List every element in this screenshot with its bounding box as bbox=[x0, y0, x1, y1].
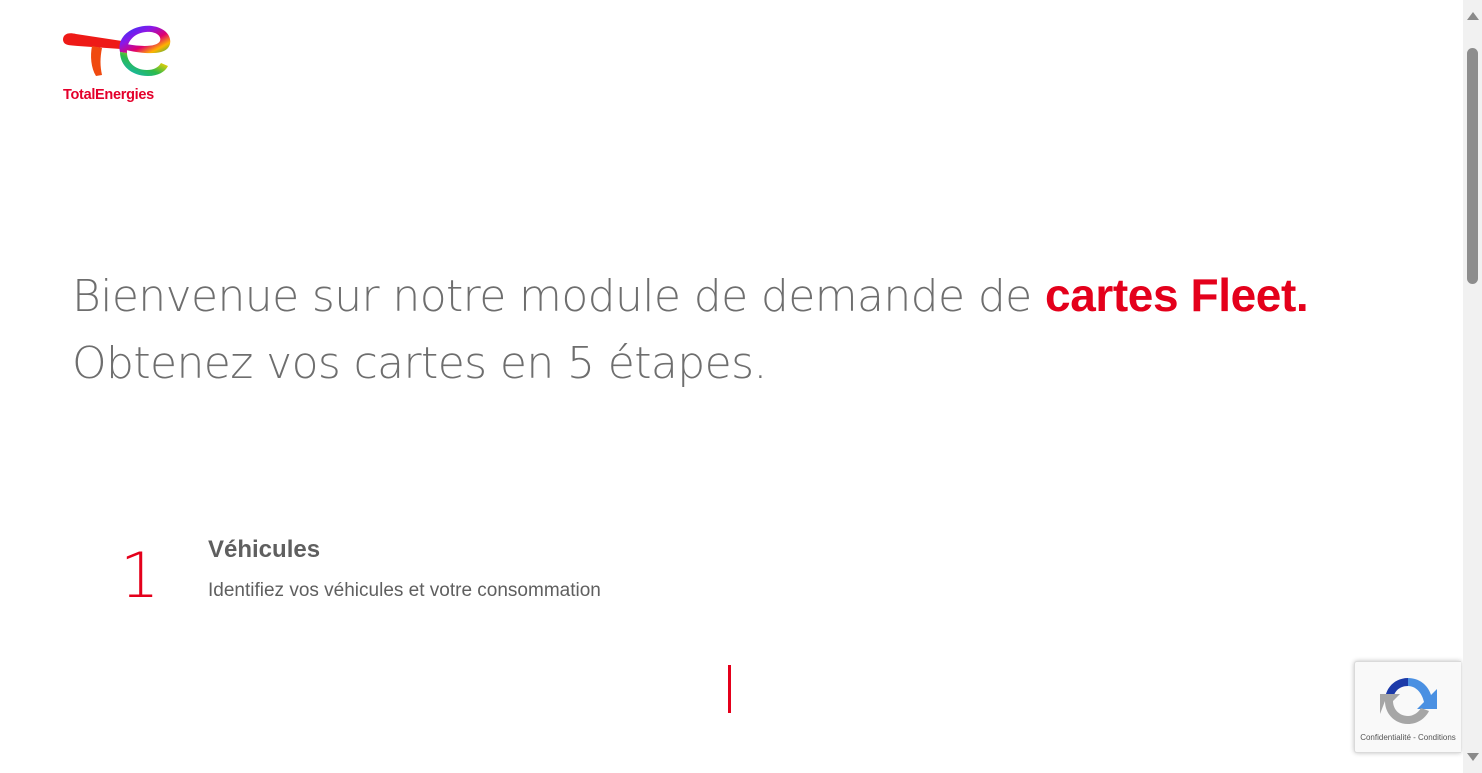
scroll-up-arrow-icon[interactable] bbox=[1467, 12, 1479, 20]
vertical-scrollbar[interactable] bbox=[1463, 0, 1482, 773]
recaptcha-badge[interactable]: Confidentialité - Conditions bbox=[1354, 661, 1461, 753]
step-connector-line bbox=[728, 665, 731, 713]
recaptcha-icon bbox=[1380, 678, 1437, 724]
page-headline: Bienvenue sur notre module de demande de… bbox=[72, 262, 1412, 397]
totalenergies-logo[interactable]: TotalEnergies bbox=[60, 22, 176, 108]
scrollbar-thumb[interactable] bbox=[1467, 48, 1478, 284]
recaptcha-privacy-link[interactable]: Confidentialité bbox=[1360, 733, 1411, 742]
recaptcha-terms-link[interactable]: Conditions bbox=[1418, 733, 1456, 742]
step-vehicules: 1 Véhicules Identifiez vos véhicules et … bbox=[120, 530, 1020, 620]
recaptcha-separator: - bbox=[1410, 733, 1418, 742]
recaptcha-links: Confidentialité - Conditions bbox=[1355, 733, 1461, 742]
headline-accent: cartes Fleet. bbox=[1045, 269, 1309, 321]
headline-text-before: Bienvenue sur notre module de demande de bbox=[72, 271, 1046, 322]
page: TotalEnergies Bienvenue sur notre module… bbox=[0, 0, 1482, 773]
step-number: 1 bbox=[120, 539, 160, 612]
step-description: Identifiez vos véhicules et votre consom… bbox=[208, 580, 601, 601]
logo-wordmark: TotalEnergies bbox=[63, 87, 154, 103]
totalenergies-logo-icon bbox=[63, 25, 171, 76]
scroll-down-arrow-icon[interactable] bbox=[1467, 753, 1479, 761]
step-title: Véhicules bbox=[208, 536, 321, 563]
